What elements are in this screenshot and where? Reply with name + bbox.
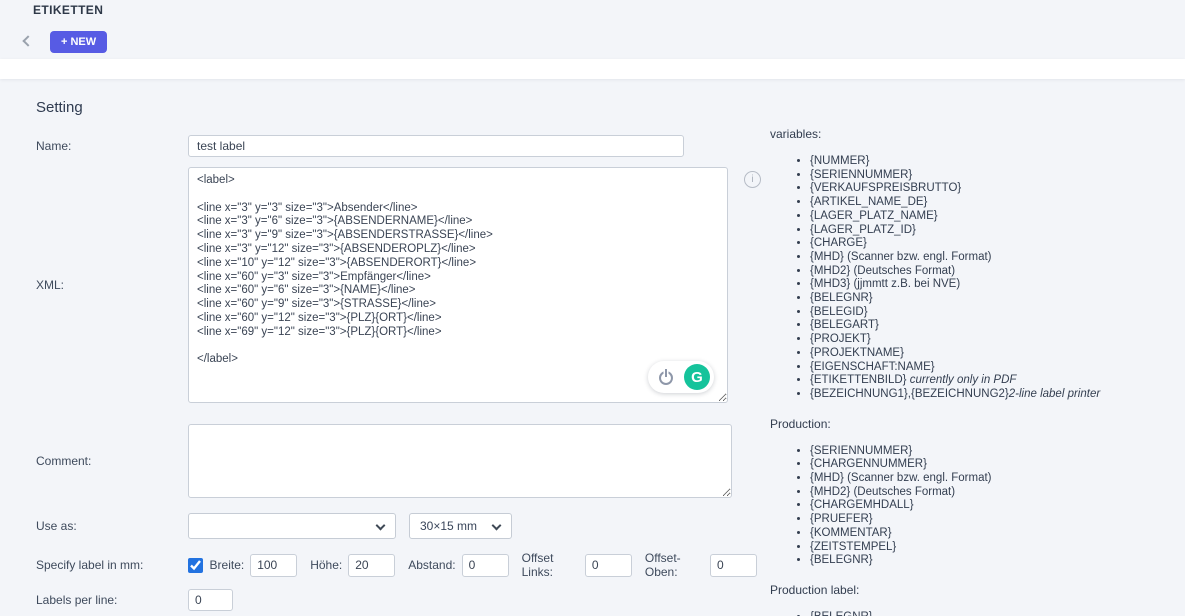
specify-mm-checkbox[interactable]	[188, 558, 203, 573]
setting-heading: Setting	[36, 99, 770, 116]
name-input[interactable]	[188, 135, 684, 157]
variable-item: {PROJEKT}	[810, 333, 1185, 347]
use-as-label: Use as:	[32, 519, 188, 533]
variable-item: {CHARGEMHDALL}	[810, 499, 1185, 513]
settings-form: Setting Name: XML: <label> <line x="3" y…	[0, 79, 770, 616]
chevron-down-icon	[376, 521, 386, 531]
variable-item: {BELEGNR}	[810, 554, 1185, 568]
label-size-select-value: 30×15 mm	[420, 519, 477, 533]
variable-item: {MHD} (Scanner bzw. engl. Format)	[810, 472, 1185, 486]
dimension-field: Offset-Oben:	[645, 551, 770, 579]
dimension-field-label: Breite:	[210, 558, 245, 572]
variable-item: {ARTIKEL_NAME_DE}	[810, 196, 1185, 210]
name-row: Name:	[32, 135, 770, 157]
dimensions-row: Specify label in mm: Breite: Höhe:	[32, 551, 770, 579]
variables-sidebar: variables: {NUMMER} {SERIENNUMMER} {VERK…	[770, 79, 1185, 616]
variable-item: {SERIENNUMMER}	[810, 169, 1185, 183]
dimension-field-input[interactable]	[348, 554, 395, 577]
variable-item: {SERIENNUMMER}	[810, 445, 1185, 459]
chevron-down-icon	[492, 521, 502, 531]
variable-item: {BELEGNR}	[810, 611, 1185, 616]
name-label: Name:	[32, 139, 188, 153]
grammarly-widget: G	[648, 361, 714, 393]
variable-item: {BELEGNR}	[810, 292, 1185, 306]
dimension-fields-list: Breite: Höhe: Abstand:	[210, 551, 770, 579]
dimension-fields: Breite: Höhe: Abstand:	[188, 551, 770, 579]
dimension-field: Breite:	[210, 554, 311, 577]
dimension-field-input[interactable]	[585, 554, 632, 577]
xml-row: XML: <label> <line x="3" y="3" size="3">…	[32, 167, 770, 403]
production-section: Production: {SERIENNUMMER} {CHARGENNUMME…	[770, 417, 1185, 568]
variable-item: {VERKAUFSPREISBRUTTO}	[810, 182, 1185, 196]
variable-item: {KOMMENTAR}	[810, 527, 1185, 541]
production-list: {SERIENNUMMER} {CHARGENNUMMER} {MHD} (Sc…	[770, 445, 1185, 568]
use-as-select[interactable]	[188, 513, 396, 539]
variable-item: {ETIKETTENBILD} currently only in PDF	[810, 374, 1185, 388]
dimension-field-input[interactable]	[710, 554, 757, 577]
variable-item: {NUMMER}	[810, 155, 1185, 169]
variable-item: {LAGER_PLATZ_NAME}	[810, 210, 1185, 224]
variables-section: variables: {NUMMER} {SERIENNUMMER} {VERK…	[770, 127, 1185, 402]
variable-item: {MHD2} (Deutsches Format)	[810, 265, 1185, 279]
variable-item: {LAGER_PLATZ_ID}	[810, 224, 1185, 238]
labels-per-line-row: Labels per line:	[32, 589, 770, 611]
production-label-list: {BELEGNR} {KOMMENTAR}	[770, 611, 1185, 616]
dimension-field-label: Abstand:	[408, 558, 455, 572]
xml-label: XML:	[32, 278, 188, 292]
label-size-select[interactable]: 30×15 mm	[409, 513, 512, 539]
variable-item: {MHD} (Scanner bzw. engl. Format)	[810, 251, 1185, 265]
dimension-field-input[interactable]	[462, 554, 509, 577]
dimension-field: Abstand:	[408, 554, 521, 577]
variable-item: {MHD2} (Deutsches Format)	[810, 486, 1185, 500]
chevron-left-icon	[22, 35, 33, 46]
xml-editor-wrap: <label> <line x="3" y="3" size="3">Absen…	[188, 167, 728, 403]
dimension-field: Höhe:	[310, 554, 408, 577]
content: Setting Name: XML: <label> <line x="3" y…	[0, 79, 1185, 616]
labels-per-line-input[interactable]	[188, 589, 233, 611]
comment-textarea[interactable]	[188, 424, 732, 498]
variable-item: {BEZEICHNUNG1},{BEZEICHNUNG2}2-line labe…	[810, 388, 1185, 402]
variable-item: {PROJEKTNAME}	[810, 347, 1185, 361]
power-icon[interactable]	[659, 369, 675, 385]
xml-textarea[interactable]: <label> <line x="3" y="3" size="3">Absen…	[188, 167, 728, 403]
variable-item: {PRUEFER}	[810, 513, 1185, 527]
variables-list: {NUMMER} {SERIENNUMMER} {VERKAUFSPREISBR…	[770, 155, 1185, 402]
info-icon[interactable]: i	[744, 171, 761, 188]
comment-row: Comment:	[32, 424, 770, 498]
dimension-field-label: Höhe:	[310, 558, 342, 572]
dimension-field: Offset Links:	[522, 551, 645, 579]
new-button[interactable]: + NEW	[50, 31, 107, 53]
dimension-field-label: Offset-Oben:	[645, 551, 704, 579]
comment-label: Comment:	[32, 454, 188, 468]
dimension-field-input[interactable]	[250, 554, 297, 577]
production-label-heading: Production label:	[770, 583, 1185, 597]
dimensions-label: Specify label in mm:	[32, 558, 188, 572]
variable-item: {BELEGART}	[810, 319, 1185, 333]
production-heading: Production:	[770, 417, 1185, 431]
toolbar-band	[0, 59, 1185, 79]
power-stem	[665, 369, 667, 377]
back-button[interactable]	[18, 33, 36, 51]
variable-item: {EIGENSCHAFT:NAME}	[810, 361, 1185, 375]
dimension-field-label: Offset Links:	[522, 551, 579, 579]
production-label-section: Production label: {BELEGNR} {KOMMENTAR}	[770, 583, 1185, 616]
labels-per-line-label: Labels per line:	[32, 593, 188, 607]
use-as-row: Use as: 30×15 mm	[32, 513, 770, 539]
page-title: ETIKETTEN	[33, 3, 103, 17]
variable-item: {CHARGENNUMMER}	[810, 458, 1185, 472]
variable-item: {CHARGE}	[810, 237, 1185, 251]
variables-heading: variables:	[770, 127, 1185, 141]
variable-item: {MHD3} (jjmmtt z.B. bei NVE)	[810, 278, 1185, 292]
grammarly-icon[interactable]: G	[684, 364, 710, 390]
variable-item: {ZEITSTEMPEL}	[810, 541, 1185, 555]
variable-item: {BELEGID}	[810, 306, 1185, 320]
